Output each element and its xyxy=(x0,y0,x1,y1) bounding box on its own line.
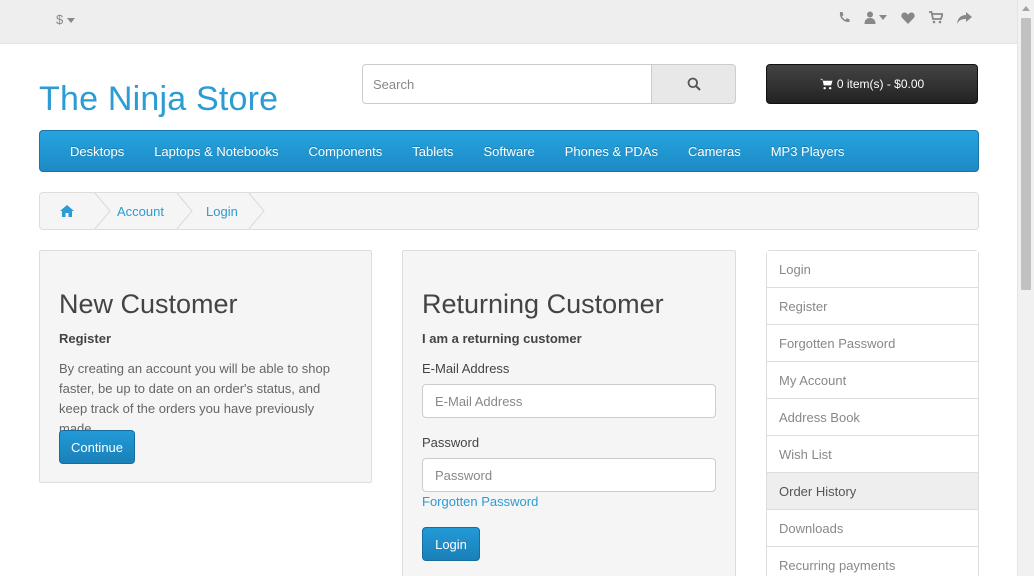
sidebar-item-address-book[interactable]: Address Book xyxy=(767,399,978,436)
top-bar: $ xyxy=(0,0,1034,44)
user-icon[interactable] xyxy=(864,11,887,24)
new-customer-title: New Customer xyxy=(59,289,238,319)
login-button[interactable]: Login xyxy=(422,527,480,561)
continue-button[interactable]: Continue xyxy=(59,430,135,464)
breadcrumb: Account Login xyxy=(39,192,979,230)
main-menu: Desktops Laptops & Notebooks Components … xyxy=(39,130,979,172)
cart-icon xyxy=(819,78,833,90)
scrollbar[interactable] xyxy=(1017,0,1034,576)
caret-down-icon xyxy=(879,15,887,20)
password-label: Password xyxy=(422,435,480,450)
new-customer-text: By creating an account you will be able … xyxy=(59,361,331,436)
cart-button[interactable]: 0 item(s) - $0.00 xyxy=(766,64,978,104)
menu-item-tablets[interactable]: Tablets xyxy=(412,144,453,159)
sidebar-item-forgotten-password[interactable]: Forgotten Password xyxy=(767,325,978,362)
menu-item-laptops[interactable]: Laptops & Notebooks xyxy=(154,144,278,159)
breadcrumb-home[interactable] xyxy=(60,193,74,229)
share-icon[interactable] xyxy=(957,11,972,24)
new-customer-subtitle: Register xyxy=(59,331,112,346)
breadcrumb-separator xyxy=(176,193,193,229)
scroll-thumb[interactable] xyxy=(1021,18,1031,290)
forgotten-password-link[interactable]: Forgotten Password xyxy=(422,494,538,509)
currency-dropdown[interactable]: $ xyxy=(56,12,76,27)
password-field[interactable] xyxy=(422,458,716,492)
menu-item-components[interactable]: Components xyxy=(309,144,383,159)
phone-icon[interactable] xyxy=(838,11,850,24)
sidebar-item-wish-list[interactable]: Wish List xyxy=(767,436,978,473)
breadcrumb-account[interactable]: Account xyxy=(117,193,164,229)
returning-customer-subtitle: I am a returning customer xyxy=(422,331,582,346)
returning-customer-panel: Returning Customer I am a returning cust… xyxy=(402,250,736,576)
breadcrumb-separator xyxy=(248,193,265,229)
cart-label: 0 item(s) - $0.00 xyxy=(836,77,925,91)
sidebar-item-login[interactable]: Login xyxy=(767,251,978,288)
store-logo[interactable]: The Ninja Store xyxy=(39,80,278,119)
menu-item-desktops[interactable]: Desktops xyxy=(70,144,124,159)
search-input[interactable] xyxy=(362,64,652,104)
search-icon xyxy=(687,77,701,91)
menu-item-phones[interactable]: Phones & PDAs xyxy=(565,144,658,159)
cart-icon[interactable] xyxy=(929,11,943,24)
breadcrumb-separator xyxy=(94,193,111,229)
sidebar-item-recurring-payments[interactable]: Recurring payments xyxy=(767,547,978,576)
sidebar-item-order-history[interactable]: Order History xyxy=(767,473,978,510)
top-icons xyxy=(838,11,972,24)
menu-item-cameras[interactable]: Cameras xyxy=(688,144,741,159)
search-button[interactable] xyxy=(651,64,736,104)
menu-item-mp3[interactable]: MP3 Players xyxy=(771,144,845,159)
email-field[interactable] xyxy=(422,384,716,418)
sidebar-item-downloads[interactable]: Downloads xyxy=(767,510,978,547)
scroll-up-icon[interactable] xyxy=(1022,6,1030,11)
breadcrumb-login[interactable]: Login xyxy=(206,193,238,229)
menu-item-software[interactable]: Software xyxy=(483,144,534,159)
new-customer-panel: New Customer Register By creating an acc… xyxy=(39,250,372,483)
heart-icon[interactable] xyxy=(901,12,915,24)
sidebar-item-register[interactable]: Register xyxy=(767,288,978,325)
currency-label: $ xyxy=(56,12,64,27)
home-icon xyxy=(60,205,74,217)
sidebar-item-my-account[interactable]: My Account xyxy=(767,362,978,399)
caret-down-icon xyxy=(67,18,76,24)
returning-customer-title: Returning Customer xyxy=(422,289,664,319)
email-label: E-Mail Address xyxy=(422,361,510,376)
account-sidebar: Login Register Forgotten Password My Acc… xyxy=(766,250,979,576)
